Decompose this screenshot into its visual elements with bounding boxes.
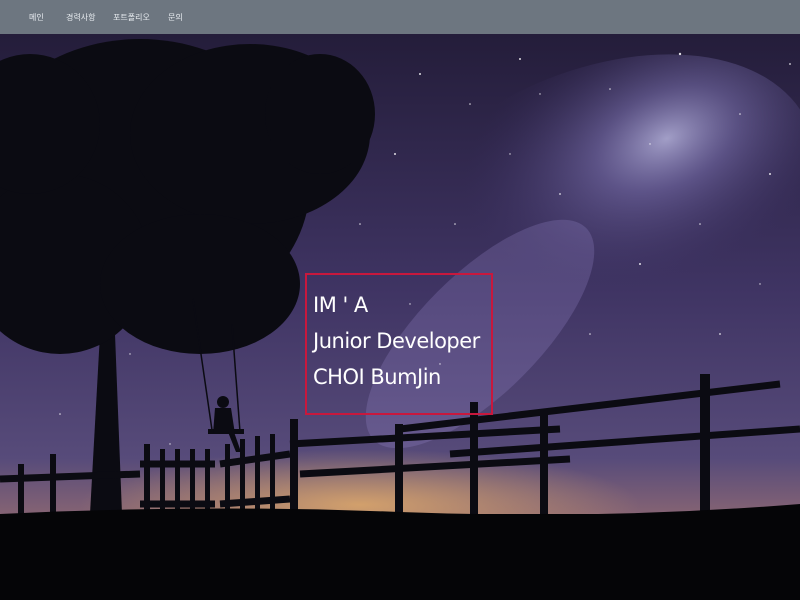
hero-section: IM ' A Junior Developer CHOI BumJin <box>0 34 800 600</box>
nav-item-contact[interactable]: 문의 <box>168 12 183 23</box>
nav-item-portfolio[interactable]: 포트폴리오 <box>113 12 150 23</box>
nav-item-career[interactable]: 경력사항 <box>66 12 95 23</box>
hero-title-box: IM ' A Junior Developer CHOI BumJin <box>305 273 493 415</box>
top-nav: 메인 경력사항 포트폴리오 문의 <box>0 0 800 34</box>
nav-item-main[interactable]: 메인 <box>29 12 44 23</box>
hero-title-line-2: Junior Developer <box>313 329 480 353</box>
hero-title-line-3: CHOI BumJin <box>313 365 441 389</box>
hero-title-line-1: IM ' A <box>313 293 368 317</box>
